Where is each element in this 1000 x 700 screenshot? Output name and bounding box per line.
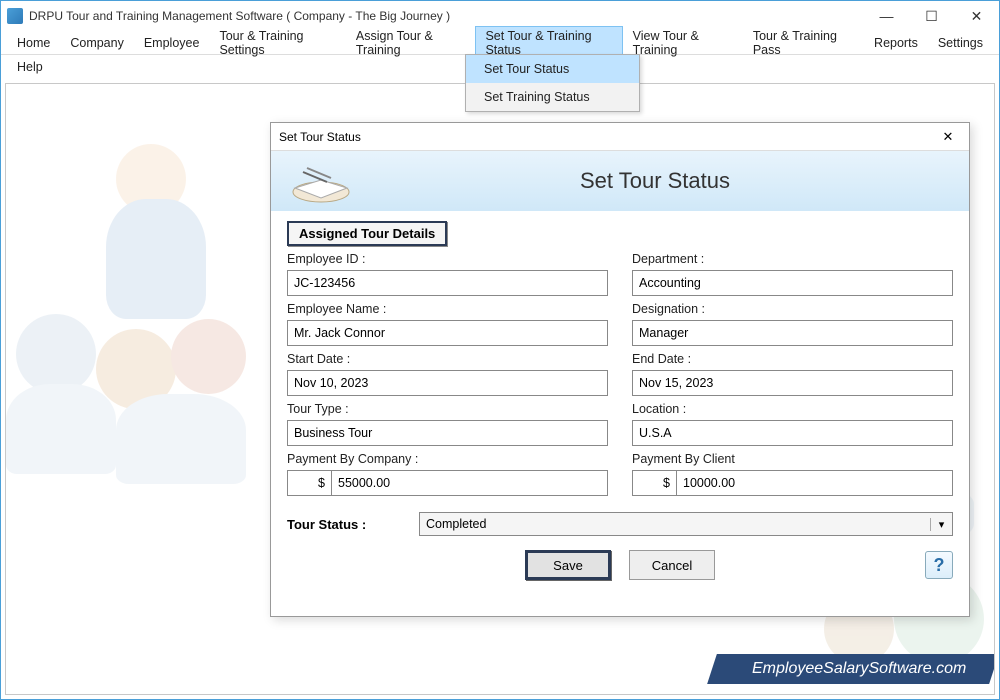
employee-id-label: Employee ID : xyxy=(287,252,608,266)
dialog-body: Assigned Tour Details Employee ID : Depa… xyxy=(271,211,969,592)
close-button[interactable]: ✕ xyxy=(954,1,999,31)
menu-employee[interactable]: Employee xyxy=(134,33,210,53)
watermark: EmployeeSalarySoftware.com xyxy=(707,654,995,684)
menu-dropdown: Set Tour Status Set Training Status xyxy=(465,54,640,112)
menu-help[interactable]: Help xyxy=(7,57,53,77)
help-icon[interactable]: ? xyxy=(925,551,953,579)
menu-view-tour-training[interactable]: View Tour & Training xyxy=(623,26,743,60)
tour-status-label: Tour Status : xyxy=(287,517,405,532)
department-label: Department : xyxy=(632,252,953,266)
dropdown-set-tour-status[interactable]: Set Tour Status xyxy=(466,55,639,83)
end-date-label: End Date : xyxy=(632,352,953,366)
chevron-down-icon: ▾ xyxy=(930,518,952,531)
employee-id-input[interactable] xyxy=(287,270,608,296)
set-tour-status-dialog: Set Tour Status ✕ Set Tour Status Assign… xyxy=(270,122,970,617)
window-title: DRPU Tour and Training Management Softwa… xyxy=(29,9,450,23)
tour-type-label: Tour Type : xyxy=(287,402,608,416)
tour-status-value: Completed xyxy=(420,517,930,531)
designation-input[interactable] xyxy=(632,320,953,346)
menubar: Home Company Employee Tour & Training Se… xyxy=(1,31,999,55)
location-label: Location : xyxy=(632,402,953,416)
menu-home[interactable]: Home xyxy=(7,33,60,53)
background-illustration-people xyxy=(6,144,306,464)
menu-company[interactable]: Company xyxy=(60,33,134,53)
start-date-label: Start Date : xyxy=(287,352,608,366)
dialog-header: Set Tour Status xyxy=(271,151,969,211)
menu-settings[interactable]: Settings xyxy=(928,33,993,53)
location-input[interactable] xyxy=(632,420,953,446)
save-button[interactable]: Save xyxy=(525,550,611,580)
dialog-title: Set Tour Status xyxy=(279,130,361,144)
dialog-header-title: Set Tour Status xyxy=(353,168,957,194)
menu-reports[interactable]: Reports xyxy=(864,33,928,53)
payment-client-input[interactable] xyxy=(676,470,953,496)
end-date-input[interactable] xyxy=(632,370,953,396)
minimize-button[interactable]: — xyxy=(864,1,909,31)
tour-type-input[interactable] xyxy=(287,420,608,446)
payment-company-currency xyxy=(287,470,331,496)
menu-tour-training-pass[interactable]: Tour & Training Pass xyxy=(743,26,864,60)
employee-name-label: Employee Name : xyxy=(287,302,608,316)
tour-status-select[interactable]: Completed ▾ xyxy=(419,512,953,536)
start-date-input[interactable] xyxy=(287,370,608,396)
cancel-button[interactable]: Cancel xyxy=(629,550,715,580)
notebook-icon xyxy=(283,158,353,204)
designation-label: Designation : xyxy=(632,302,953,316)
dropdown-set-training-status[interactable]: Set Training Status xyxy=(466,83,639,111)
payment-company-label: Payment By Company : xyxy=(287,452,608,466)
menu-assign-tour-training[interactable]: Assign Tour & Training xyxy=(346,26,476,60)
menu-tour-training-settings[interactable]: Tour & Training Settings xyxy=(209,26,345,60)
maximize-button[interactable]: ☐ xyxy=(909,1,954,31)
employee-name-input[interactable] xyxy=(287,320,608,346)
section-label: Assigned Tour Details xyxy=(287,221,447,246)
dialog-titlebar: Set Tour Status ✕ xyxy=(271,123,969,151)
app-icon xyxy=(7,8,23,24)
dialog-close-button[interactable]: ✕ xyxy=(935,126,961,148)
payment-company-input[interactable] xyxy=(331,470,608,496)
department-input[interactable] xyxy=(632,270,953,296)
payment-client-currency xyxy=(632,470,676,496)
payment-client-label: Payment By Client xyxy=(632,452,953,466)
